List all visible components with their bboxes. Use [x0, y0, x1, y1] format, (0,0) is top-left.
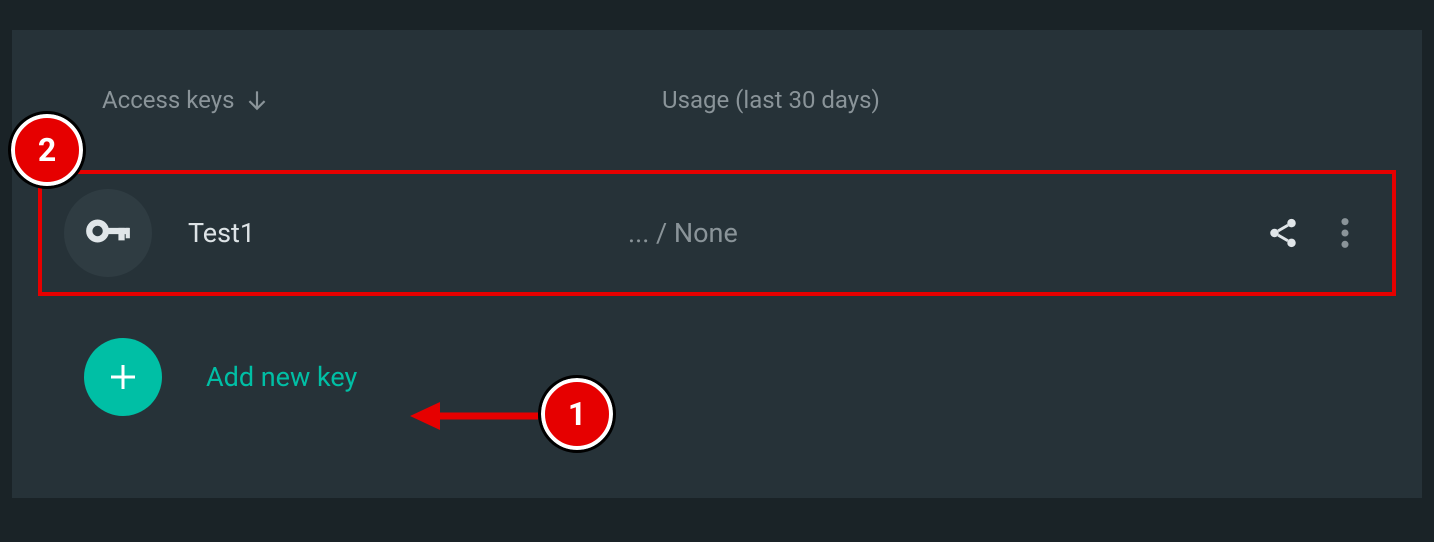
- more-vert-icon[interactable]: [1340, 216, 1350, 250]
- add-new-key-button[interactable]: Add new key: [84, 338, 1422, 416]
- table-header-row: Access keys Usage (last 30 days): [12, 80, 1422, 120]
- annotation-marker-1: 1: [541, 378, 613, 450]
- key-row[interactable]: Test1 ... / None: [54, 188, 1380, 278]
- add-new-key-label: Add new key: [206, 361, 357, 393]
- key-usage: ... / None: [628, 217, 1266, 249]
- share-icon[interactable]: [1266, 216, 1300, 250]
- column-header-usage[interactable]: Usage (last 30 days): [662, 86, 1382, 114]
- annotation-marker-2: 2: [11, 114, 83, 186]
- key-avatar: [64, 189, 152, 277]
- column-header-access-keys[interactable]: Access keys: [102, 86, 662, 114]
- key-name: Test1: [188, 217, 628, 249]
- access-keys-label: Access keys: [102, 86, 234, 114]
- annotation-highlight-box: Test1 ... / None: [38, 170, 1396, 296]
- annotation-arrow-icon: [410, 396, 540, 436]
- plus-icon: [84, 338, 162, 416]
- key-icon: [83, 206, 133, 260]
- arrow-down-icon: [244, 87, 270, 113]
